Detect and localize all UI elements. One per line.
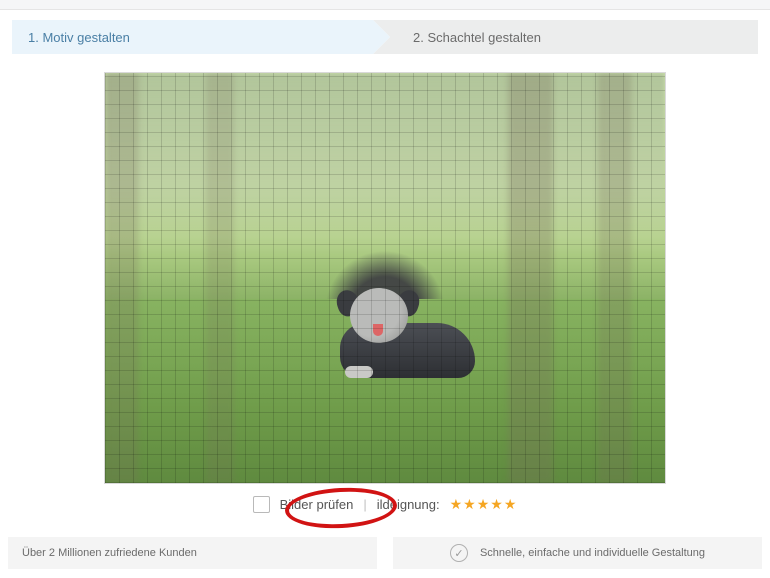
puzzle-preview-canvas[interactable] (104, 72, 666, 484)
footer-right-text: Schnelle, einfache und individuelle Gest… (480, 547, 705, 559)
step-label: 2. Schachtel gestalten (413, 30, 541, 45)
step-label: 1. Motiv gestalten (28, 30, 130, 45)
image-suitability-label: ildeignung: (377, 497, 440, 512)
toolbar-divider: | (363, 497, 366, 512)
info-footer: Über 2 Millionen zufriedene Kunden ✓ Sch… (8, 537, 762, 569)
footer-left-text: Über 2 Millionen zufriedene Kunden (22, 547, 197, 559)
progress-stepper: 1. Motiv gestalten 2. Schachtel gestalte… (12, 20, 758, 54)
step-schachtel-gestalten[interactable]: 2. Schachtel gestalten (373, 20, 758, 54)
background-blur (105, 73, 665, 483)
footer-box-right: ✓ Schnelle, einfache und individuelle Ge… (393, 537, 762, 569)
check-images-label[interactable]: Bilder prüfen (280, 497, 354, 512)
top-divider-bar (0, 0, 770, 10)
footer-box-left: Über 2 Millionen zufriedene Kunden (8, 537, 377, 569)
check-circle-icon: ✓ (450, 544, 468, 562)
image-toolbar: Bilder prüfen | ildeignung: ★★★★★ (0, 496, 770, 513)
check-images-checkbox[interactable] (253, 496, 270, 513)
rating-stars-icon: ★★★★★ (450, 496, 518, 513)
step-motiv-gestalten[interactable]: 1. Motiv gestalten (12, 20, 373, 54)
image-subject-dog (315, 288, 485, 383)
